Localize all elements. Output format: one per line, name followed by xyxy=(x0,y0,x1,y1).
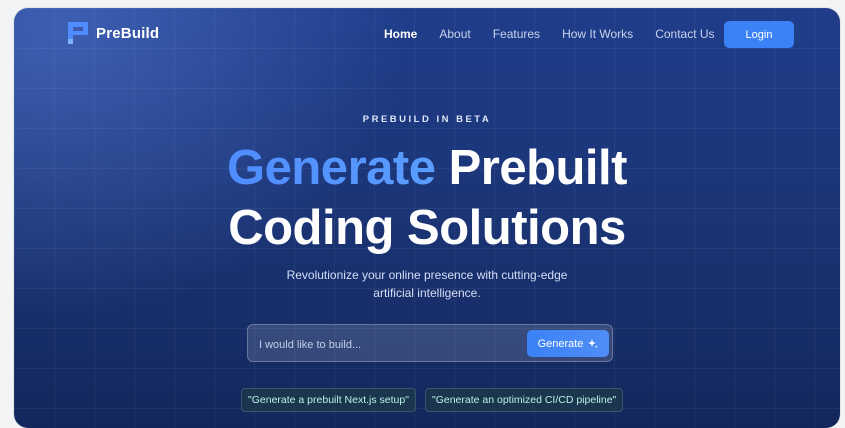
build-search-bar: Generate xyxy=(247,324,613,362)
landing-page: PreBuild Home About Features How It Work… xyxy=(14,8,840,428)
generate-label: Generate xyxy=(537,337,584,350)
sparkle-icon xyxy=(588,338,599,348)
nav-contact-us[interactable]: Contact Us xyxy=(655,27,714,41)
brand-logo[interactable]: PreBuild xyxy=(68,22,159,44)
login-button[interactable]: Login xyxy=(724,21,794,48)
subtitle-line1: Revolutionize your online presence with … xyxy=(286,268,568,282)
nav-links: Home About Features How It Works Contact… xyxy=(384,27,715,41)
suggestion-chips: "Generate a prebuilt Next.js setup" "Gen… xyxy=(241,388,624,412)
suggestion-chip[interactable]: "Generate an optimized CI/CD pipeline" xyxy=(424,388,624,412)
headline-line2: Coding Solutions xyxy=(228,201,626,255)
hero-subtitle: Revolutionize your online presence with … xyxy=(14,266,840,302)
nav-about[interactable]: About xyxy=(439,27,470,41)
nav-how-it-works[interactable]: How It Works xyxy=(562,27,633,41)
nav-features[interactable]: Features xyxy=(493,27,540,41)
build-prompt-input[interactable] xyxy=(257,334,521,356)
headline-rest: Prebuilt xyxy=(435,141,628,195)
beta-tagline: PREBUILD IN BETA xyxy=(362,114,492,125)
hero-headline: Generate Prebuilt Coding Solutions xyxy=(14,138,840,258)
subtitle-line2: artificial intelligence. xyxy=(373,286,481,300)
headline-accent: Generate xyxy=(227,141,436,195)
navbar: PreBuild Home About Features How It Work… xyxy=(14,8,840,64)
brand-name: PreBuild xyxy=(96,24,160,42)
generate-button[interactable]: Generate xyxy=(527,330,609,357)
nav-home[interactable]: Home xyxy=(384,27,417,41)
suggestion-chip[interactable]: "Generate a prebuilt Next.js setup" xyxy=(241,388,416,412)
prebuild-logo-icon xyxy=(68,22,88,44)
